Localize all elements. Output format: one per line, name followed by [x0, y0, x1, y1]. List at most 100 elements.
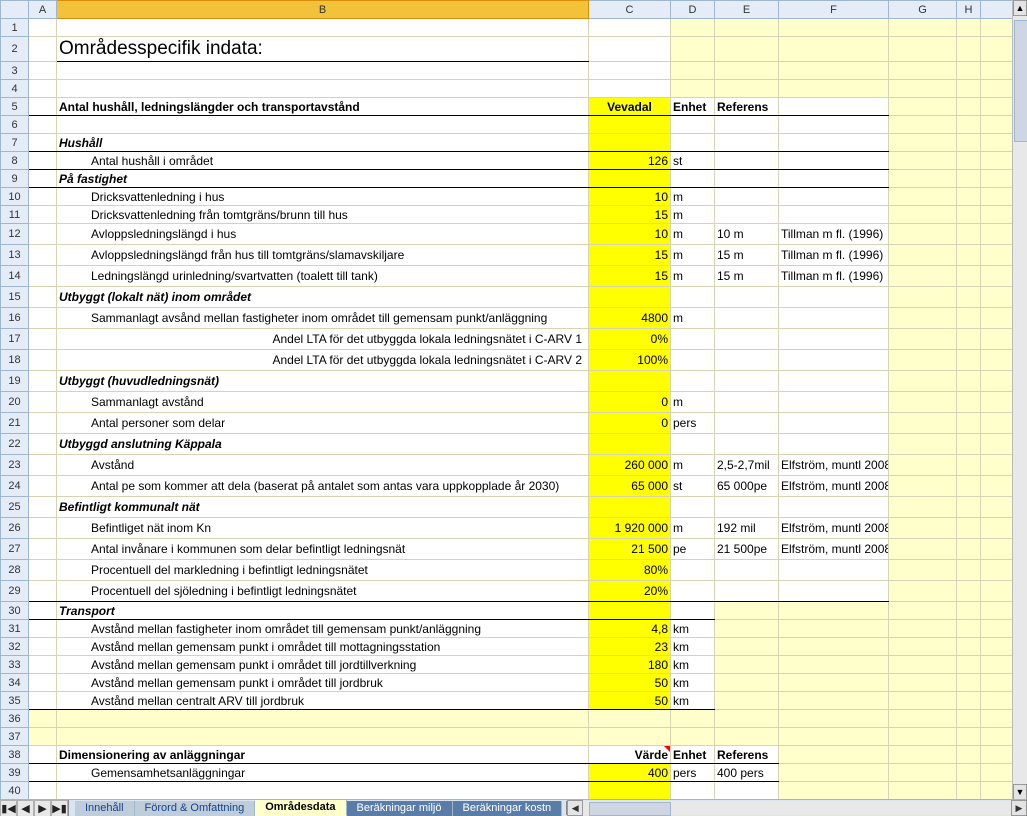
col-header-H[interactable]: H: [957, 1, 981, 19]
row-header[interactable]: 6: [1, 116, 29, 134]
cell[interactable]: Tillman m fl. (1996): [779, 245, 889, 266]
horizontal-scrollbar[interactable]: ◀ ▶: [566, 801, 1027, 815]
cell[interactable]: m: [671, 455, 715, 476]
cell[interactable]: 0%: [589, 329, 671, 350]
row-header[interactable]: 33: [1, 656, 29, 674]
col-header-F[interactable]: F: [779, 1, 889, 19]
cell[interactable]: Antal hushåll i området: [57, 152, 589, 170]
row-header[interactable]: 2: [1, 37, 29, 62]
cell[interactable]: m: [671, 392, 715, 413]
row-header[interactable]: 26: [1, 518, 29, 539]
row-header[interactable]: 23: [1, 455, 29, 476]
cell[interactable]: Antal pe som kommer att dela (baserat på…: [57, 476, 589, 497]
cell[interactable]: pers: [671, 413, 715, 434]
cell[interactable]: Dricksvattenledning från tomtgräns/brunn…: [57, 206, 589, 224]
cell[interactable]: 15: [589, 245, 671, 266]
cell[interactable]: 65 000: [589, 476, 671, 497]
cell[interactable]: Andel LTA för det utbyggda lokala lednin…: [57, 350, 589, 371]
cell[interactable]: Procentuell del sjöledning i befintligt …: [57, 581, 589, 602]
cell[interactable]: Andel LTA för det utbyggda lokala lednin…: [57, 329, 589, 350]
scroll-left-button[interactable]: ◀: [567, 800, 583, 816]
cell[interactable]: 10: [589, 188, 671, 206]
cell[interactable]: m: [671, 518, 715, 539]
cell[interactable]: 80%: [589, 560, 671, 581]
cell[interactable]: Elfström, muntl 2008: [779, 539, 889, 560]
cell[interactable]: 15 m: [715, 245, 779, 266]
cell[interactable]: Antal invånare i kommunen som delar befi…: [57, 539, 589, 560]
tab-omradesdata[interactable]: Områdesdata: [255, 800, 346, 816]
cell[interactable]: Tillman m fl. (1996): [779, 266, 889, 287]
row-header[interactable]: 22: [1, 434, 29, 455]
cell[interactable]: Avstånd mellan gemensam punkt i området …: [57, 638, 589, 656]
vertical-scroll-thumb[interactable]: [1014, 20, 1027, 142]
row-header[interactable]: 34: [1, 674, 29, 692]
cell[interactable]: st: [671, 152, 715, 170]
tab-nav-first[interactable]: ▮◀: [0, 800, 17, 816]
tab-berakningar-kostn[interactable]: Beräkningar kostn: [453, 801, 563, 816]
cell[interactable]: 0: [589, 413, 671, 434]
cell[interactable]: m: [671, 224, 715, 245]
cell[interactable]: Elfström, muntl 2008: [779, 455, 889, 476]
cell[interactable]: km: [671, 638, 715, 656]
cell[interactable]: 65 000pe: [715, 476, 779, 497]
cell[interactable]: m: [671, 308, 715, 329]
cell[interactable]: 126: [589, 152, 671, 170]
cell[interactable]: 4,8: [589, 620, 671, 638]
cell[interactable]: 400: [589, 764, 671, 782]
tab-forord[interactable]: Förord & Omfattning: [135, 801, 256, 816]
row-header[interactable]: 39: [1, 764, 29, 782]
cell[interactable]: 20%: [589, 581, 671, 602]
cell[interactable]: 180: [589, 656, 671, 674]
row-header[interactable]: 5: [1, 98, 29, 116]
col-header-B[interactable]: B: [57, 1, 589, 19]
row-header[interactable]: 17: [1, 329, 29, 350]
cell[interactable]: Sammanlagt avsånd mellan fastigheter ino…: [57, 308, 589, 329]
scroll-right-button[interactable]: ▶: [1011, 800, 1027, 816]
tab-berakningar-miljo[interactable]: Beräkningar miljö: [347, 801, 453, 816]
tab-nav-last[interactable]: ▶▮: [51, 800, 68, 816]
horizontal-scroll-thumb[interactable]: [589, 802, 671, 816]
cell[interactable]: Avstånd mellan gemensam punkt i området …: [57, 656, 589, 674]
cell[interactable]: st: [671, 476, 715, 497]
tab-nav-prev[interactable]: ◀: [17, 800, 34, 816]
cell[interactable]: km: [671, 692, 715, 710]
cell[interactable]: Ledningslängd urinledning/svartvatten (t…: [57, 266, 589, 287]
row-header[interactable]: 19: [1, 371, 29, 392]
row-header[interactable]: 36: [1, 710, 29, 728]
row-header[interactable]: 16: [1, 308, 29, 329]
cell[interactable]: 260 000: [589, 455, 671, 476]
cell[interactable]: 21 500: [589, 539, 671, 560]
cell[interactable]: 4800: [589, 308, 671, 329]
row-header[interactable]: 38: [1, 746, 29, 764]
row-header[interactable]: 12: [1, 224, 29, 245]
cell[interactable]: Avstånd: [57, 455, 589, 476]
row-header[interactable]: 7: [1, 134, 29, 152]
row-header[interactable]: 37: [1, 728, 29, 746]
row-header[interactable]: 18: [1, 350, 29, 371]
row-header[interactable]: 21: [1, 413, 29, 434]
row-header[interactable]: 1: [1, 19, 29, 37]
cell[interactable]: km: [671, 674, 715, 692]
cell[interactable]: 400 pers: [715, 764, 779, 782]
cell[interactable]: Avstånd mellan fastigheter inom området …: [57, 620, 589, 638]
row-header[interactable]: 30: [1, 602, 29, 620]
select-all-corner[interactable]: [1, 1, 29, 19]
cell[interactable]: Sammanlagt avstånd: [57, 392, 589, 413]
cell[interactable]: 192 mil: [715, 518, 779, 539]
cell[interactable]: 10: [589, 224, 671, 245]
cell[interactable]: Befintliget nät inom Kn: [57, 518, 589, 539]
col-header-C[interactable]: C: [589, 1, 671, 19]
row-header[interactable]: 13: [1, 245, 29, 266]
cell[interactable]: 23: [589, 638, 671, 656]
row-header[interactable]: 20: [1, 392, 29, 413]
cell[interactable]: pe: [671, 539, 715, 560]
tab-nav-next[interactable]: ▶: [34, 800, 51, 816]
row-header[interactable]: 9: [1, 170, 29, 188]
cell[interactable]: Avloppsledningslängd från hus till tomtg…: [57, 245, 589, 266]
row-header[interactable]: 28: [1, 560, 29, 581]
cell[interactable]: 2,5-2,7mil: [715, 455, 779, 476]
cell[interactable]: 50: [589, 674, 671, 692]
tab-innehall[interactable]: Innehåll: [75, 801, 135, 816]
row-header[interactable]: 25: [1, 497, 29, 518]
scroll-up-button[interactable]: ▲: [1013, 0, 1027, 16]
